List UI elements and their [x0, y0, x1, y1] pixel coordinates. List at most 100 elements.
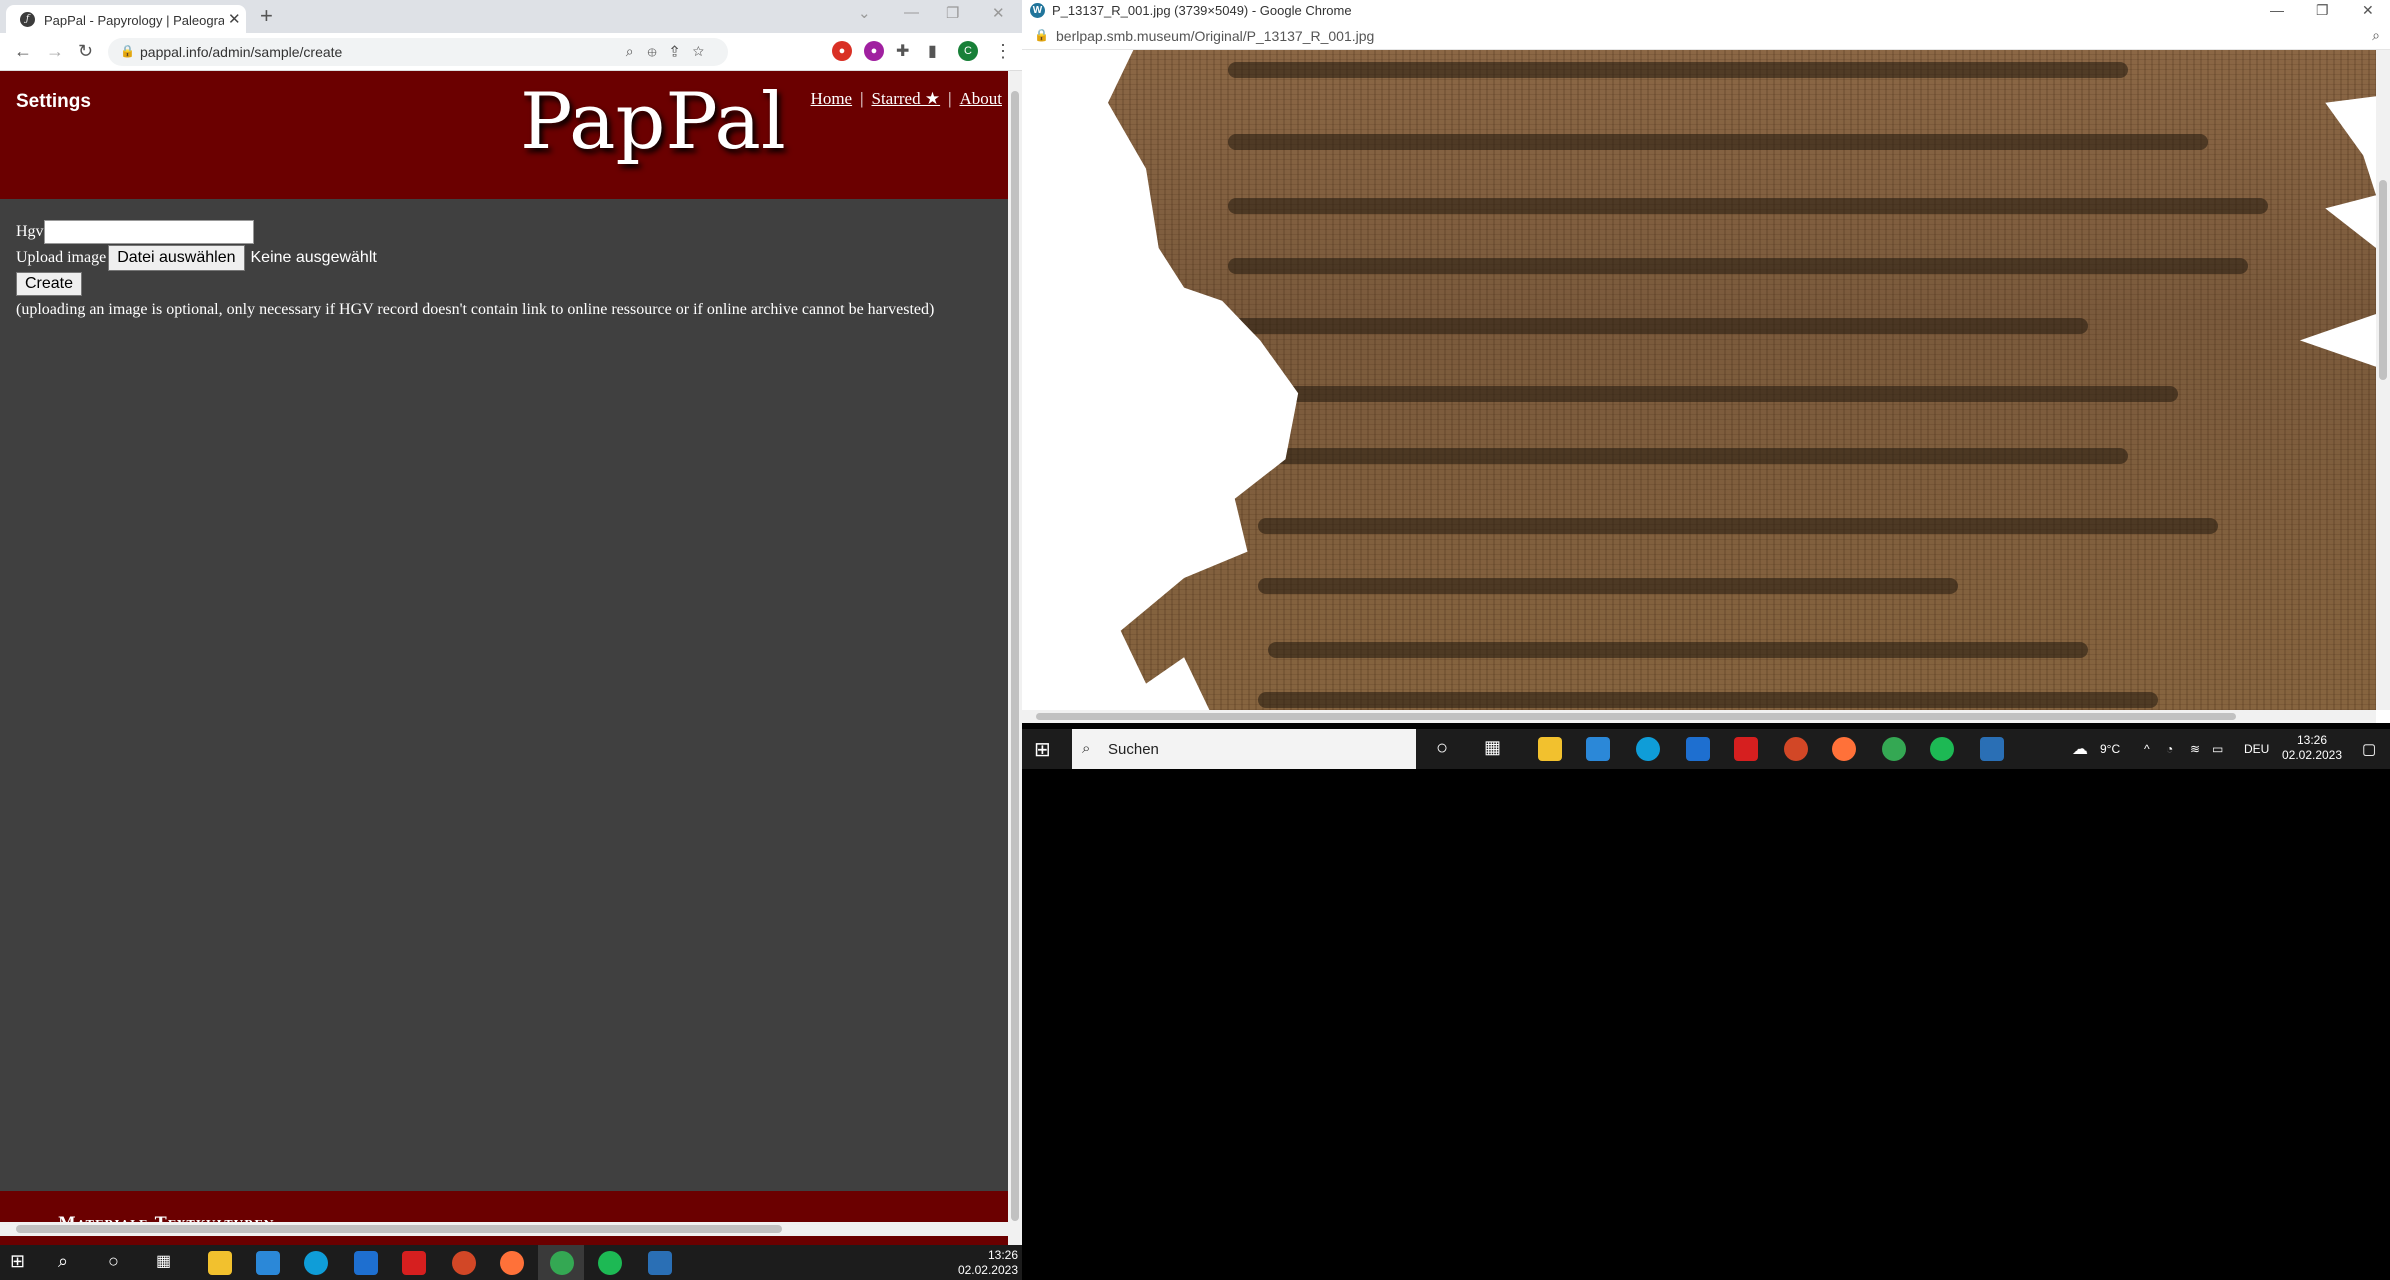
- clock[interactable]: 13:26 02.02.2023: [950, 1248, 1018, 1278]
- file-explorer-icon[interactable]: [1538, 737, 1562, 761]
- vertical-scrollbar[interactable]: [1008, 71, 1022, 1245]
- hgv-label: Hgv: [16, 223, 44, 240]
- clock-time: 13:26: [987, 1248, 1018, 1262]
- site-logo[interactable]: PapPal: [520, 77, 786, 167]
- hgv-input[interactable]: [43, 220, 254, 244]
- weather-icon[interactable]: ☁: [2072, 739, 2088, 759]
- script-line: [1228, 318, 2088, 334]
- start-icon[interactable]: ⊞: [10, 1251, 34, 1275]
- tab-search-icon[interactable]: ⌄: [858, 4, 871, 22]
- puzzle-icon[interactable]: ✚: [896, 41, 909, 61]
- nav-about[interactable]: About: [960, 89, 1003, 108]
- close-icon[interactable]: ✕: [2362, 2, 2374, 19]
- search-icon: ⌕: [1082, 740, 1091, 757]
- script-line: [1258, 578, 1958, 594]
- choose-file-button[interactable]: Datei auswählen: [108, 245, 245, 271]
- task-view-icon[interactable]: ▦: [1484, 737, 1508, 761]
- file-explorer-icon[interactable]: [208, 1251, 232, 1275]
- nav-home[interactable]: Home: [811, 89, 853, 108]
- script-line: [1228, 258, 2248, 274]
- chrome-icon[interactable]: [550, 1251, 574, 1275]
- language-indicator[interactable]: DEU: [2244, 742, 2269, 756]
- address-bar: ← → ↻ 🔒 pappal.info/admin/sample/create …: [0, 33, 1022, 71]
- acrobat-icon[interactable]: [402, 1251, 426, 1275]
- search-placeholder: Suchen: [1108, 741, 1159, 758]
- scrollbar-thumb[interactable]: [1011, 91, 1019, 1221]
- scrollbar-thumb[interactable]: [1036, 713, 2236, 720]
- mail-icon[interactable]: [1686, 737, 1710, 761]
- window-title: P_13137_R_001.jpg (3739×5049) - Google C…: [1052, 3, 1352, 18]
- minimize-icon[interactable]: —: [2270, 2, 2284, 18]
- wordpress-icon: W: [1030, 3, 1045, 18]
- wifi-icon[interactable]: ≋: [2190, 742, 2200, 756]
- search-icon[interactable]: ⌕: [58, 1251, 82, 1275]
- create-button[interactable]: Create: [16, 272, 83, 296]
- chevron-up-icon[interactable]: ^: [2144, 742, 2150, 756]
- task-view-icon[interactable]: ▦: [156, 1251, 180, 1275]
- script-line: [1268, 642, 2088, 658]
- image-viewer[interactable]: [1022, 50, 2376, 710]
- restore-icon[interactable]: ❐: [2316, 2, 2329, 19]
- mail-icon[interactable]: [354, 1251, 378, 1275]
- taskbar-left: ⊞ ⌕ ○ ▦ 13:26 02.02.2023: [0, 1245, 1022, 1280]
- scrollbar-thumb[interactable]: [2379, 180, 2387, 380]
- volume-icon[interactable]: ▭: [2212, 742, 2223, 756]
- spotify-icon[interactable]: [1930, 737, 1954, 761]
- network-icon[interactable]: ◔: [2166, 742, 2173, 756]
- settings-link[interactable]: Settings: [16, 91, 91, 113]
- close-icon[interactable]: ✕: [992, 4, 1005, 22]
- omnibox-action-icons[interactable]: ⌕⊕⇪☆: [626, 43, 718, 60]
- forward-icon[interactable]: →: [46, 41, 64, 62]
- taskbar-search[interactable]: ⌕ Suchen: [1072, 729, 1416, 769]
- acrobat-icon[interactable]: [1734, 737, 1758, 761]
- store-icon[interactable]: [256, 1251, 280, 1275]
- new-tab-button[interactable]: +: [260, 3, 273, 29]
- sidebar-icon[interactable]: ▮: [928, 41, 937, 61]
- script-line: [1258, 692, 2158, 708]
- notification-icon[interactable]: ▢: [2362, 740, 2376, 758]
- cortana-icon[interactable]: ○: [1436, 737, 1460, 761]
- back-icon[interactable]: ←: [14, 41, 32, 62]
- clock[interactable]: 13:26 02.02.2023: [2272, 733, 2352, 763]
- extension-icon[interactable]: ●: [864, 41, 884, 61]
- nav-starred[interactable]: Starred ★: [872, 89, 941, 108]
- powerpoint-icon[interactable]: [452, 1251, 476, 1275]
- spotify-icon[interactable]: [598, 1251, 622, 1275]
- clock-time: 13:26: [2296, 733, 2328, 747]
- powerpoint-icon[interactable]: [1784, 737, 1808, 761]
- horizontal-scrollbar[interactable]: [0, 1222, 1008, 1236]
- firefox-icon[interactable]: [500, 1251, 524, 1275]
- profile-avatar[interactable]: C: [958, 41, 978, 61]
- lock-icon: 🔒: [1034, 28, 1049, 42]
- firefox-icon[interactable]: [1832, 737, 1856, 761]
- cortana-icon[interactable]: ○: [108, 1251, 132, 1275]
- window-titlebar: W P_13137_R_001.jpg (3739×5049) - Google…: [1022, 0, 2390, 22]
- papyrus-image: [1108, 50, 2376, 710]
- edge-icon[interactable]: [1636, 737, 1660, 761]
- weather-temp[interactable]: 9°C: [2100, 742, 2120, 756]
- close-tab-icon[interactable]: ✕: [228, 10, 241, 28]
- photos-icon[interactable]: [648, 1251, 672, 1275]
- extension-icon[interactable]: ●: [832, 41, 852, 61]
- scrollbar-thumb[interactable]: [16, 1225, 782, 1233]
- edge-icon[interactable]: [304, 1251, 328, 1275]
- horizontal-scrollbar[interactable]: [1022, 710, 2376, 723]
- tab-pappal[interactable]: ƒ PapPal - Papyrology | Paleograph ✕: [6, 5, 246, 33]
- photos-icon[interactable]: [1980, 737, 2004, 761]
- right-browser-window: W P_13137_R_001.jpg (3739×5049) - Google…: [1022, 0, 2390, 723]
- url-text: pappal.info/admin/sample/create: [140, 44, 343, 60]
- address-bar[interactable]: 🔒 berlpap.smb.museum/Original/P_13137_R_…: [1022, 22, 2390, 50]
- script-line: [1228, 62, 2128, 78]
- reload-icon[interactable]: ↻: [78, 41, 93, 62]
- script-line: [1228, 198, 2268, 214]
- omnibox[interactable]: 🔒 pappal.info/admin/sample/create ⌕⊕⇪☆: [108, 38, 728, 66]
- minimize-icon[interactable]: —: [904, 4, 919, 21]
- store-icon[interactable]: [1586, 737, 1610, 761]
- menu-icon[interactable]: ⋮: [994, 41, 1012, 62]
- restore-icon[interactable]: ❐: [946, 4, 959, 22]
- zoom-icon[interactable]: ⌕: [2372, 27, 2380, 44]
- chrome-icon[interactable]: [1882, 737, 1906, 761]
- script-line: [1228, 134, 2208, 150]
- vertical-scrollbar[interactable]: [2376, 50, 2390, 710]
- start-icon[interactable]: ⊞: [1034, 737, 1058, 761]
